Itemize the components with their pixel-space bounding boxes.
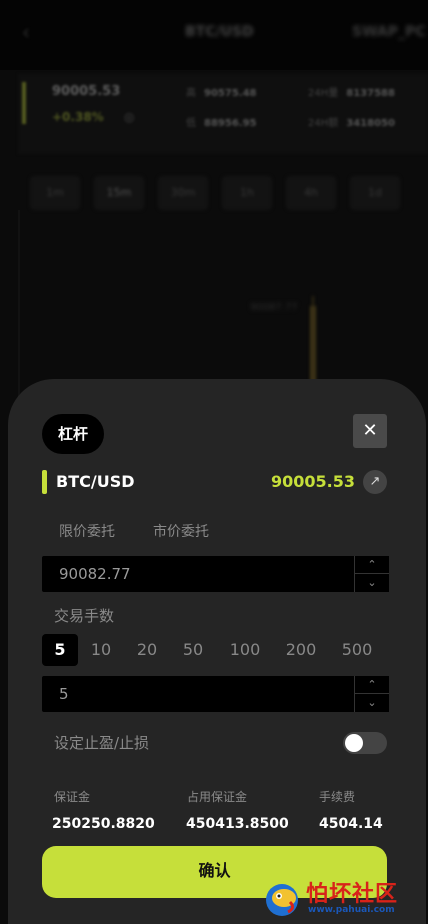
tp-sl-toggle[interactable]: [343, 732, 387, 754]
tp-sl-label: 设定止盈/止损: [54, 734, 150, 752]
leverage-order-sheet: 杠杆 ✕ BTC/USD 90005.53 ↗ 限价委托 市价委托 ⌃ ⌄ 交易…: [8, 379, 426, 924]
price-decrement-button[interactable]: ⌄: [355, 574, 389, 592]
tab-market-order[interactable]: 市价委托: [153, 522, 209, 542]
lots-input[interactable]: [42, 676, 352, 712]
leverage-option-10[interactable]: 10: [88, 634, 114, 666]
price-input[interactable]: [42, 556, 352, 592]
leverage-option-100[interactable]: 100: [228, 634, 262, 666]
watermark-url: www.pahuai.com: [308, 905, 395, 915]
toggle-knob: [345, 734, 363, 752]
price-increment-button[interactable]: ⌃: [355, 556, 389, 574]
arrow-up-right-icon: ↗: [369, 474, 381, 489]
lots-label: 交易手数: [54, 607, 115, 625]
lots-decrement-button[interactable]: ⌄: [355, 694, 389, 712]
leverage-option-200[interactable]: 200: [284, 634, 318, 666]
close-icon: ✕: [362, 420, 378, 441]
pair-price: 90005.53: [270, 472, 355, 491]
price-stepper: ⌃ ⌄: [354, 556, 389, 592]
leverage-option-50[interactable]: 50: [180, 634, 206, 666]
watermark-text: 怕坏社区: [306, 881, 399, 907]
price-input-box: ⌃ ⌄: [42, 556, 389, 592]
lots-increment-button[interactable]: ⌃: [355, 676, 389, 694]
leverage-tag: 杠杆: [42, 414, 105, 454]
pair-accent-bar: [42, 470, 47, 494]
leverage-option-5[interactable]: 5: [42, 634, 78, 666]
fee-value: 4504.14: [319, 816, 383, 832]
leverage-option-500[interactable]: 500: [340, 634, 374, 666]
tab-limit-order[interactable]: 限价委托: [59, 522, 115, 542]
pair-name: BTC/USD: [56, 472, 135, 491]
watermark-logo-icon: [266, 884, 298, 916]
watermark: 怕坏社区 www.pahuai.com: [262, 876, 424, 920]
lots-stepper: ⌃ ⌄: [354, 676, 389, 712]
used-margin-label: 占用保证金: [187, 790, 248, 804]
margin-label: 保证金: [54, 790, 91, 804]
lots-input-box: ⌃ ⌄: [42, 676, 389, 712]
margin-value: 250250.8820: [52, 816, 155, 832]
fee-label: 手续费: [319, 790, 356, 804]
leverage-option-20[interactable]: 20: [134, 634, 160, 666]
close-button[interactable]: ✕: [353, 414, 387, 448]
used-margin-value: 450413.8500: [186, 816, 289, 832]
pair-link-button[interactable]: ↗: [363, 470, 387, 494]
